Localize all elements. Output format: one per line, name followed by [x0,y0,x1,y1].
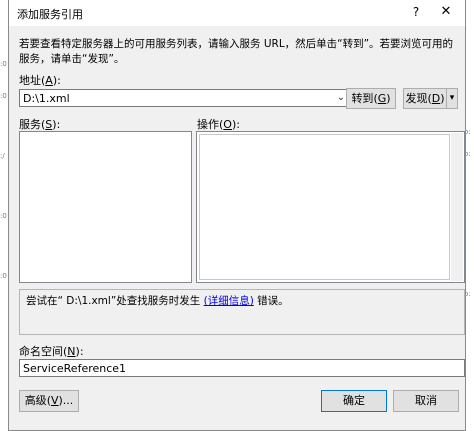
operations-list[interactable] [196,131,465,283]
details-link[interactable]: (详细信息) [204,295,254,307]
instructions-text: 若要查看特定服务器上的可用服务列表，请输入服务 URL，然后单击“转到”。若要浏… [19,38,454,65]
operations-label: 操作(O): [197,118,240,131]
namespace-label: 命名空间(N): [19,345,84,358]
namespace-input[interactable]: ServiceReference1 [19,359,465,377]
close-button[interactable]: ✕ [433,2,459,22]
services-tree[interactable] [19,131,192,283]
go-button[interactable]: 转到(G) [346,88,396,109]
background-text-fragment: :/ [0,152,5,160]
ok-button[interactable]: 确定 [321,390,387,412]
address-combobox[interactable]: D:\1.xml ⌄ [19,89,351,107]
background-text-fragment: :0 [0,92,7,100]
title-bar[interactable]: 添加服务引用 ? ✕ [9,0,465,26]
dialog-title: 添加服务引用 [17,8,83,21]
background-text-fragment: :0 [0,212,7,220]
address-label: 地址(A): [19,74,61,87]
namespace-value: ServiceReference1 [23,362,127,375]
operations-list-content [199,134,450,280]
status-message-box: 尝试在“ D:\1.xml”处查找服务时发生 (详细信息) 错误。 [19,289,465,335]
services-label: 服务(S): [19,118,61,131]
discover-button[interactable]: 发现(D) [403,88,447,109]
add-service-reference-dialog: 添加服务引用 ? ✕ 若要查看特定服务器上的可用服务列表，请输入服务 URL，然… [8,0,466,431]
error-message: 尝试在“ D:\1.xml”处查找服务时发生 (详细信息) 错误。 [26,295,289,307]
address-input[interactable]: D:\1.xml [23,92,70,105]
advanced-button[interactable]: 高级(V)... [19,390,79,412]
operations-scrollbar[interactable] [451,133,463,281]
help-button[interactable]: ? [403,2,429,22]
dropdown-arrow-icon: ▾ [449,93,455,103]
background-text-fragment: :0 [0,60,7,68]
cancel-button[interactable]: 取消 [393,390,459,412]
background-text-fragment: :0 [0,272,7,280]
discover-dropdown-button[interactable]: ▾ [446,88,458,109]
